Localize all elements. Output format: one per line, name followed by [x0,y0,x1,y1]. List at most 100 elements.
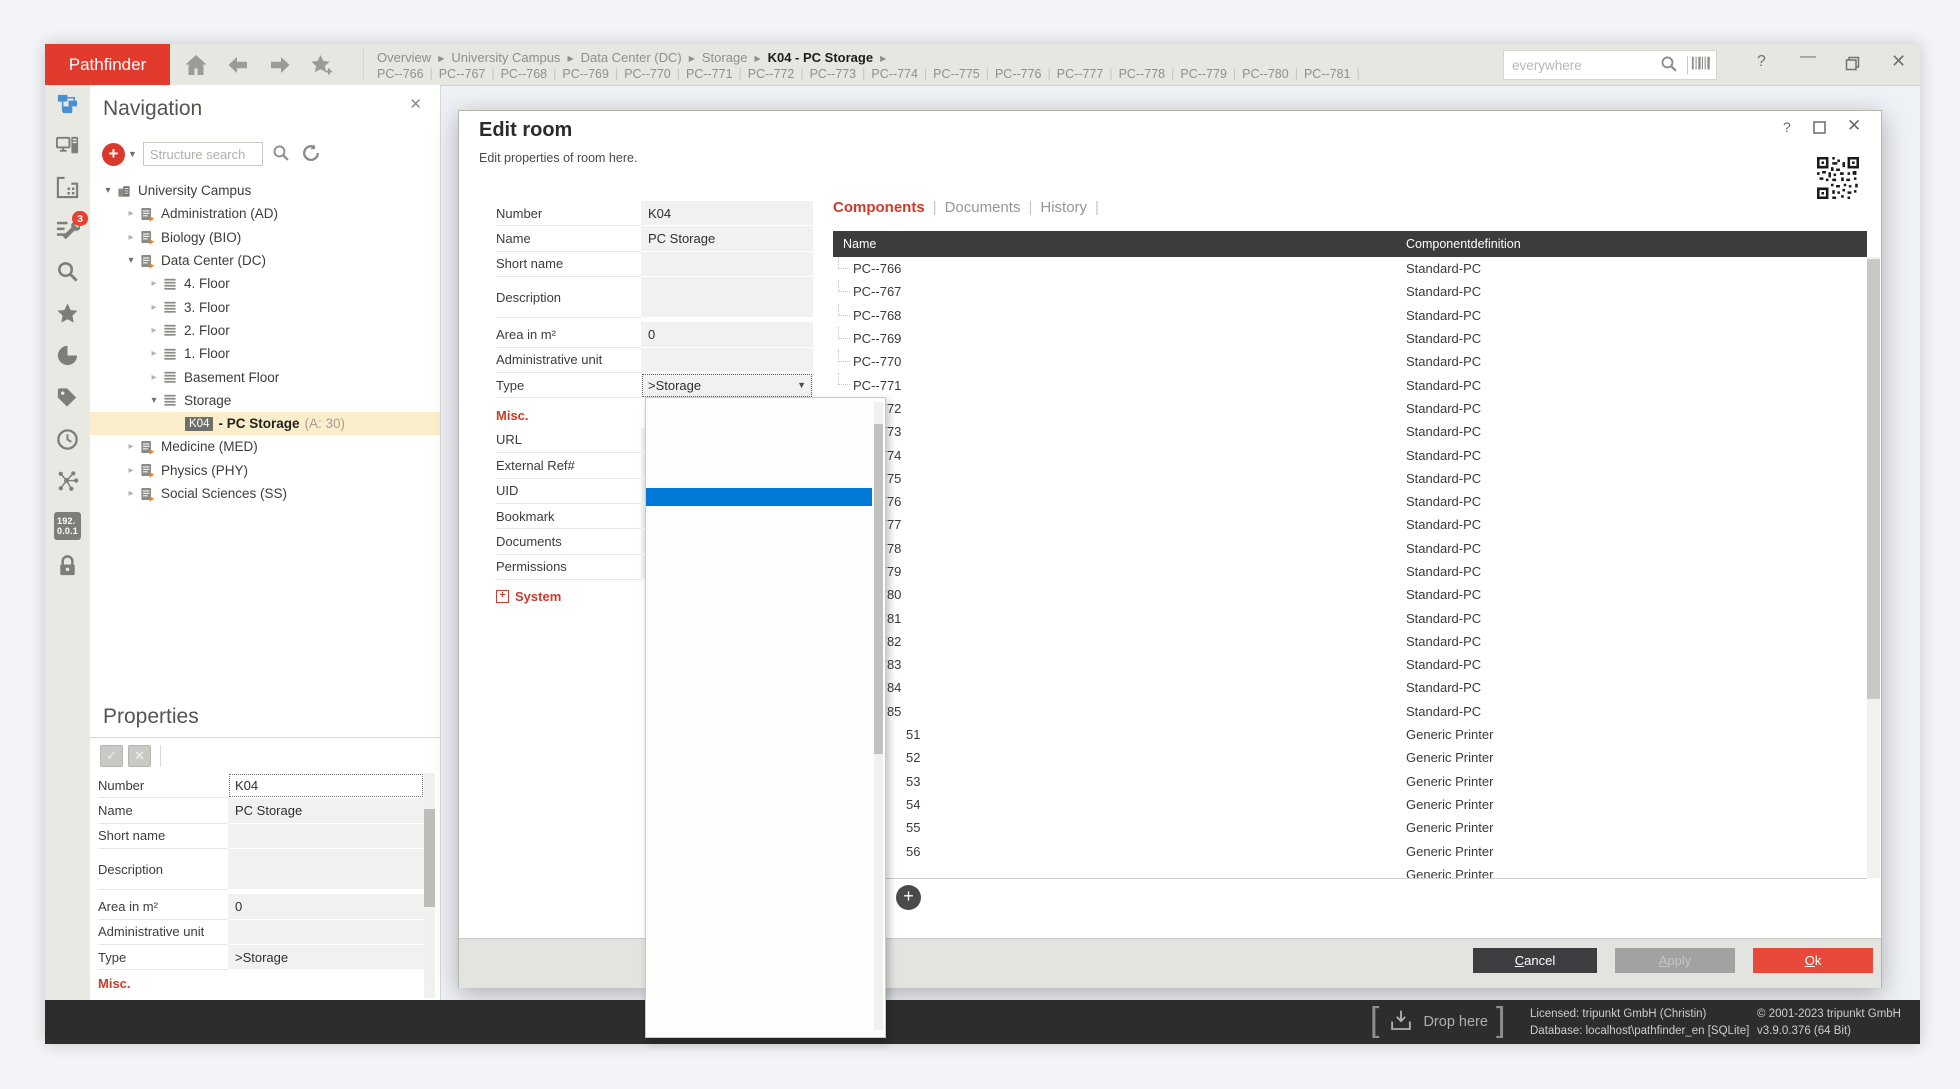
dropdown-option[interactable] [646,671,872,689]
dropdown-scrollbar-thumb[interactable] [874,424,883,754]
breadcrumb-item[interactable]: Storage [702,50,748,65]
tree-expand-icon[interactable]: ▸ [146,302,162,313]
sidebar-item-search[interactable] [45,253,90,295]
sidebar-item-star[interactable] [45,295,90,337]
close-button[interactable]: ✕ [1891,51,1906,72]
table-row[interactable]: PC--774 Standard-PC [833,443,1867,466]
global-search-input[interactable] [1504,58,1659,73]
dropdown-option[interactable] [646,854,872,872]
breadcrumb-item[interactable]: Overview [377,50,431,65]
dialog-help-icon[interactable]: ? [1783,119,1791,135]
table-row[interactable]: PC--767 Standard-PC [833,280,1867,303]
tree-expand-icon[interactable]: ▸ [146,372,162,383]
form-value[interactable]: K04 [641,201,813,226]
tree-expand-icon[interactable]: ▾ [123,255,139,266]
open-tab[interactable]: PC--780 [1242,67,1289,81]
ok-button[interactable]: Ok [1753,948,1873,973]
column-header-definition[interactable]: Componentdefinition [1406,237,1521,251]
breadcrumb-item[interactable]: University Campus [451,50,560,65]
tree-item[interactable]: ▸ Physics (PHY) [90,459,440,482]
refresh-icon[interactable] [301,143,323,165]
open-tab[interactable]: PC--767 [439,67,486,81]
dropdown-option[interactable] [646,470,872,488]
tree-item[interactable]: ▸ Medicine (MED) [90,435,440,458]
dropdown-option[interactable] [646,836,872,854]
properties-scrollbar-thumb[interactable] [424,809,435,907]
dropdown-option[interactable] [646,561,872,579]
sidebar-item-clock[interactable] [45,421,90,463]
dropdown-option[interactable] [646,635,872,653]
tree-item[interactable]: ▸ Basement Floor [90,365,440,388]
tree-item[interactable]: ▸ 2. Floor [90,319,440,342]
tree-expand-icon[interactable]: ▾ [146,395,162,406]
tree-expand-icon[interactable]: ▾ [100,185,116,196]
dropdown-option[interactable] [646,946,872,964]
column-header-name[interactable]: Name [843,237,876,251]
minimize-button[interactable]: — [1800,48,1816,66]
tree-item[interactable]: K04 - PC Storage (A: 30) [90,412,440,435]
cancel-button[interactable]: Cancel [1473,948,1597,973]
help-button[interactable]: ? [1757,53,1766,71]
back-arrow-icon[interactable] [225,52,251,78]
sidebar-item-workstation[interactable] [45,127,90,169]
breadcrumb-item[interactable]: Data Center (DC) [581,50,682,65]
dropdown-option[interactable] [646,927,872,945]
dropdown-option[interactable] [646,415,872,433]
apply-properties-icon[interactable]: ✓ [100,745,123,767]
open-tab[interactable]: PC--778 [1119,67,1166,81]
dropdown-option[interactable] [646,781,872,799]
table-row[interactable]: 51 Generic Printer [833,723,1867,746]
table-row[interactable]: Generic Printer [833,863,1867,878]
property-value[interactable] [228,920,424,945]
dropdown-option[interactable] [646,598,872,616]
tree-expand-icon[interactable]: ▸ [123,232,139,243]
property-value[interactable]: K04 [228,773,424,798]
structure-search-icon[interactable] [271,143,293,165]
dropdown-scrollbar[interactable] [874,402,883,1030]
table-row[interactable]: PC--770 Standard-PC [833,350,1867,373]
tree-item[interactable]: ▸ 3. Floor [90,295,440,318]
open-tab[interactable]: PC--773 [810,67,857,81]
table-row[interactable]: PC--772 Standard-PC [833,397,1867,420]
open-tab[interactable]: PC--766 [377,67,424,81]
dialog-maximize-icon[interactable] [1813,121,1826,139]
sidebar-item-network[interactable] [45,463,90,505]
tree-expand-icon[interactable]: ▸ [146,348,162,359]
expand-section-icon[interactable]: + [496,590,509,603]
open-tab[interactable]: PC--771 [686,67,733,81]
form-value[interactable]: PC Storage [641,226,813,251]
table-row[interactable]: PC--766 Standard-PC [833,257,1867,280]
dropdown-option[interactable] [646,763,872,781]
table-row[interactable]: 56 Generic Printer [833,839,1867,862]
dropdown-option[interactable] [646,488,872,506]
tree-item[interactable]: ▾ Storage [90,389,440,412]
apply-button[interactable]: Apply [1615,948,1735,973]
table-row[interactable]: PC--777 Standard-PC [833,513,1867,536]
detail-tab[interactable]: Components [833,199,925,216]
add-node-button[interactable]: + [102,143,125,166]
table-row[interactable]: PC--775 Standard-PC [833,467,1867,490]
dropdown-option[interactable] [646,708,872,726]
sidebar-item-hierarchy[interactable] [45,85,90,127]
dropdown-caret-icon[interactable]: ▼ [797,380,806,390]
detail-tab[interactable]: Documents [945,199,1021,216]
open-tab[interactable]: PC--774 [871,67,918,81]
dropdown-option[interactable] [646,872,872,890]
dropdown-option[interactable] [646,452,872,470]
dropdown-option[interactable] [646,689,872,707]
property-value[interactable]: PC Storage [228,798,424,823]
drop-here-target[interactable]: [ Drop here ] [1370,1000,1505,1044]
table-row[interactable]: PC--778 Standard-PC [833,537,1867,560]
sidebar-item-pie[interactable] [45,337,90,379]
table-row[interactable]: 53 Generic Printer [833,770,1867,793]
dropdown-option[interactable] [646,1019,872,1037]
dropdown-option[interactable] [646,653,872,671]
open-tab[interactable]: PC--776 [995,67,1042,81]
barcode-icon[interactable] [1691,54,1713,76]
open-tab[interactable]: PC--769 [562,67,609,81]
structure-search-input[interactable] [143,142,263,166]
sidebar-item-tools[interactable]: 3 [45,211,90,253]
table-scrollbar-thumb[interactable] [1867,259,1880,699]
property-value[interactable]: 0 [228,894,424,919]
dropdown-option[interactable] [646,982,872,1000]
